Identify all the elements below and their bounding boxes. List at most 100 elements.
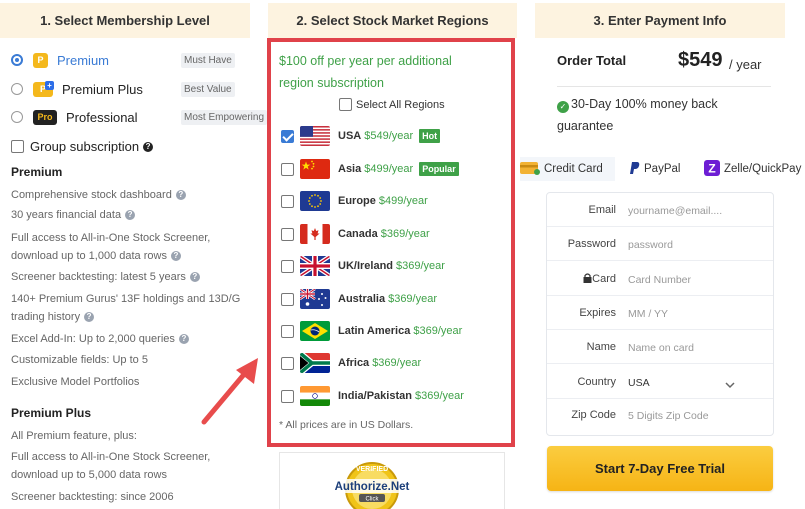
select-all-regions[interactable]: Select All Regions (339, 98, 445, 111)
region-canada[interactable]: Canada $369/year (281, 224, 430, 244)
feature-item: All Premium feature, plus: (11, 430, 137, 442)
svg-text:Z: Z (708, 161, 715, 175)
zip-label: Zip Code (571, 409, 616, 421)
feature-item: Comprehensive stock dashboard? (11, 186, 246, 204)
pro-badge-icon: Pro (33, 109, 57, 125)
region-india-pakistan[interactable]: India/Pakistan $369/year (281, 386, 464, 406)
region-name: UK/Ireland (338, 260, 394, 272)
region-africa[interactable]: Africa $369/year (281, 353, 421, 373)
plan-tag: Best Value (181, 82, 235, 97)
region-price: $369/year (380, 228, 430, 240)
region-checkbox[interactable] (281, 292, 294, 306)
brazil-flag-icon (300, 321, 330, 341)
email-label: Email (588, 204, 616, 216)
region-name: Europe (338, 195, 376, 207)
password-label: Password (567, 238, 616, 250)
south-africa-flag-icon (300, 353, 330, 373)
expires-field[interactable]: MM / YY (628, 308, 668, 320)
hot-badge: Hot (419, 129, 441, 143)
plan-option-professional[interactable]: Pro Professional Most Empowering (11, 107, 271, 127)
tab-label: Zelle/QuickPay (724, 163, 802, 175)
premium-badge-icon: P (33, 52, 48, 68)
region-price: $369/year (388, 293, 438, 305)
region-price: $369/year (372, 357, 422, 369)
region-checkbox[interactable] (281, 162, 294, 176)
region-asia[interactable]: Asia $499/year Popular (281, 159, 459, 179)
expires-row: Expires MM / YY (547, 296, 775, 330)
password-row: Password password (547, 227, 775, 261)
region-name: Asia (338, 163, 362, 175)
membership-header: 1. Select Membership Level (0, 3, 250, 38)
eu-flag-icon (300, 191, 330, 211)
select-all-checkbox[interactable] (339, 98, 352, 111)
region-checkbox[interactable] (281, 324, 294, 338)
group-subscription-checkbox[interactable] (11, 140, 24, 153)
region-checkbox[interactable] (281, 259, 294, 273)
region-uk-ireland[interactable]: UK/Ireland $369/year (281, 256, 445, 276)
name-row: Name Name on card (547, 330, 775, 364)
lock-icon (583, 273, 592, 285)
card-row: Card Card Number (547, 262, 775, 296)
zelle-icon: Z (704, 159, 720, 179)
seal-click-text: Click (366, 497, 380, 503)
plan-tag: Must Have (181, 53, 235, 68)
feature-item: Full access to All-in-One Stock Screener… (11, 451, 211, 481)
seal-brand-text: Authorize.Net (335, 481, 410, 493)
info-icon[interactable]: ? (170, 251, 181, 262)
info-icon[interactable]: ? (175, 190, 186, 201)
expires-label: Expires (579, 307, 616, 319)
feature-item: Screener backtesting: since 2006 (11, 491, 174, 503)
select-all-label: Select All Regions (356, 98, 445, 111)
region-price: $369/year (396, 260, 445, 272)
country-select[interactable]: USA (628, 377, 650, 389)
info-icon[interactable]: ? (178, 334, 189, 345)
seal-verified-text: VERIFIED (356, 466, 388, 473)
plan-tag: Most Empowering (181, 110, 268, 125)
region-name: Latin America (338, 325, 411, 337)
region-name: Australia (338, 293, 386, 305)
plan-option-premium[interactable]: P Premium Must Have (11, 50, 271, 70)
region-checkbox[interactable] (281, 389, 294, 403)
group-subscription[interactable]: Group subscription ? (11, 139, 154, 154)
help-icon[interactable]: ? (143, 141, 154, 152)
check-circle-icon: ✓ (557, 101, 569, 113)
region-checkbox[interactable] (281, 227, 294, 241)
region-europe[interactable]: Europe $499/year (281, 191, 428, 211)
tab-credit-card[interactable]: Credit Card (520, 157, 615, 181)
info-icon[interactable]: ? (84, 312, 95, 323)
tab-paypal[interactable]: PayPal (630, 157, 680, 181)
usa-flag-icon (300, 126, 330, 146)
email-field[interactable]: yourname@email.... (628, 205, 722, 217)
radio-button[interactable] (11, 111, 23, 123)
start-free-trial-button[interactable]: Start 7-Day Free Trial (547, 446, 773, 491)
card-label: Card (583, 273, 616, 285)
region-latin-america[interactable]: Latin America $369/year (281, 321, 462, 341)
chevron-down-icon[interactable] (725, 376, 735, 394)
region-australia[interactable]: Australia $369/year (281, 289, 437, 309)
region-checkbox[interactable] (281, 129, 294, 143)
region-usa[interactable]: USA $549/year Hot (281, 126, 441, 146)
tab-zelle[interactable]: Z Zelle/QuickPay (704, 157, 801, 181)
authorize-net-seal[interactable]: VERIFIED Authorize.Net Click (331, 455, 413, 509)
radio-button[interactable] (11, 54, 23, 66)
password-field[interactable]: password (628, 239, 673, 251)
name-on-card-field[interactable]: Name on card (628, 342, 694, 354)
region-checkbox[interactable] (281, 356, 294, 370)
uk-flag-icon (300, 256, 330, 276)
country-label: Country (577, 376, 616, 388)
order-total-label: Order Total (557, 53, 627, 68)
plan-name: Premium Plus (62, 81, 143, 97)
australia-flag-icon (300, 289, 330, 309)
region-name: Africa (338, 357, 370, 369)
info-icon[interactable]: ? (125, 210, 136, 221)
region-name: India/Pakistan (338, 390, 412, 402)
china-flag-icon (300, 159, 330, 179)
zip-code-field[interactable]: 5 Digits Zip Code (628, 410, 709, 422)
radio-button[interactable] (11, 83, 23, 95)
region-checkbox[interactable] (281, 194, 294, 208)
plan-option-premium-plus[interactable]: P Premium Plus Best Value (11, 79, 271, 99)
info-icon[interactable]: ? (189, 272, 200, 283)
tab-label: Credit Card (544, 163, 603, 175)
card-number-field[interactable]: Card Number (628, 274, 691, 286)
payment-header: 3. Enter Payment Info (535, 3, 785, 38)
